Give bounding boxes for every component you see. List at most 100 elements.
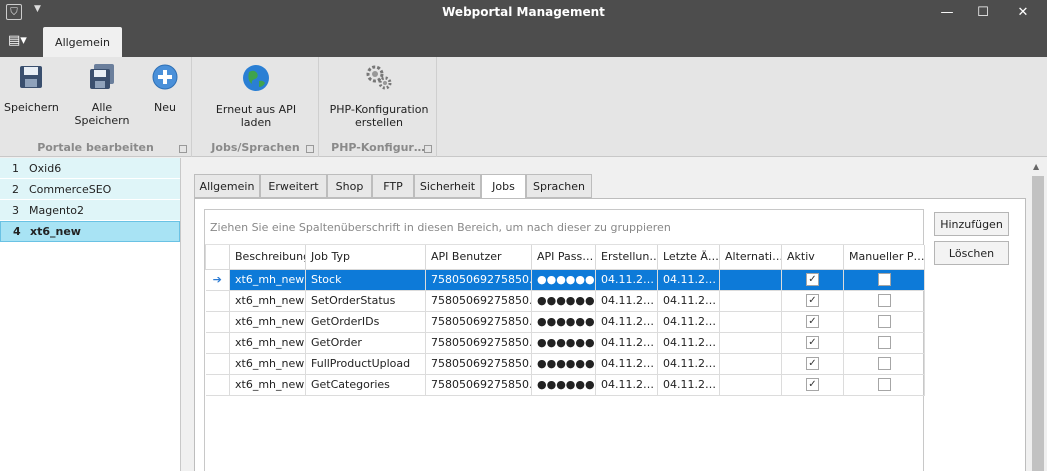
new-button[interactable]: Neu: [146, 63, 184, 114]
cell-alternativ[interactable]: [719, 373, 782, 396]
cell-job-typ[interactable]: GetOrder: [305, 331, 426, 354]
column-header-letzte-aenderung[interactable]: Letzte Ä…: [657, 245, 720, 270]
cell-erstellung[interactable]: 04.11.2…: [595, 268, 658, 291]
table-row[interactable]: xt6_mh_new GetOrder 75805069275850… ●●●●…: [205, 331, 925, 354]
aktiv-checkbox[interactable]: ✓: [806, 336, 819, 350]
cell-beschreibung[interactable]: xt6_mh_new: [229, 373, 306, 396]
cell-api-benutzer[interactable]: 75805069275850…: [425, 268, 532, 291]
manueller-checkbox[interactable]: [877, 273, 891, 287]
column-header-alternativ[interactable]: Alternati…: [719, 245, 782, 270]
tab-allgemein[interactable]: Allgemein: [194, 174, 260, 198]
cell-job-typ[interactable]: SetOrderStatus: [305, 289, 426, 312]
cell-api-benutzer[interactable]: 75805069275850…: [425, 331, 532, 354]
cell-api-benutzer[interactable]: 75805069275850…: [425, 373, 532, 396]
portal-item-oxid6[interactable]: 1 Oxid6: [0, 158, 180, 179]
cell-letzte-aenderung[interactable]: 04.11.2…: [657, 331, 720, 354]
cell-alternativ[interactable]: [719, 268, 782, 291]
save-button[interactable]: Speichern: [4, 63, 59, 114]
tab-erweitert[interactable]: Erweitert: [260, 174, 327, 198]
cell-beschreibung[interactable]: xt6_mh_new: [229, 331, 306, 354]
column-header-manueller[interactable]: Manueller P…: [843, 245, 925, 270]
cell-beschreibung[interactable]: xt6_mh_new: [229, 310, 306, 333]
scrollbar-thumb[interactable]: [1032, 176, 1044, 471]
table-row[interactable]: xt6_mh_new GetCategories 75805069275850……: [205, 373, 925, 396]
cell-job-typ[interactable]: GetOrderIDs: [305, 310, 426, 333]
cell-job-typ[interactable]: Stock: [305, 268, 426, 291]
table-row[interactable]: xt6_mh_new GetOrderIDs 75805069275850… ●…: [205, 310, 925, 333]
group-expand-icon[interactable]: [306, 145, 314, 153]
column-header-erstellung[interactable]: Erstellun…: [595, 245, 658, 270]
column-header-api-passwort[interactable]: API Pass…: [531, 245, 596, 270]
cell-api-benutzer[interactable]: 75805069275850…: [425, 352, 532, 375]
cell-api-passwort[interactable]: ●●●●●●…: [531, 289, 596, 312]
minimize-button[interactable]: —: [929, 0, 965, 25]
cell-letzte-aenderung[interactable]: 04.11.2…: [657, 373, 720, 396]
application-menu-icon[interactable]: ▤▾: [8, 33, 27, 48]
cell-api-benutzer[interactable]: 75805069275850…: [425, 289, 532, 312]
cell-letzte-aenderung[interactable]: 04.11.2…: [657, 310, 720, 333]
column-header-aktiv[interactable]: Aktiv: [781, 245, 844, 270]
cell-erstellung[interactable]: 04.11.2…: [595, 331, 658, 354]
aktiv-checkbox[interactable]: ✓: [806, 273, 819, 287]
cell-beschreibung[interactable]: xt6_mh_new: [229, 352, 306, 375]
portal-item-xt6-new[interactable]: 4 xt6_new: [0, 221, 180, 242]
cell-api-passwort[interactable]: ●●●●●●…: [531, 331, 596, 354]
table-row[interactable]: xt6_mh_new FullProductUpload 75805069275…: [205, 352, 925, 375]
delete-button[interactable]: Löschen: [934, 241, 1009, 265]
cell-api-passwort[interactable]: ●●●●●●…: [531, 310, 596, 333]
cell-manueller: [843, 331, 925, 354]
cell-erstellung[interactable]: 04.11.2…: [595, 352, 658, 375]
reload-from-api-button[interactable]: Erneut aus API laden: [213, 63, 299, 129]
cell-letzte-aenderung[interactable]: 04.11.2…: [657, 352, 720, 375]
scroll-up-arrow-icon[interactable]: ▲: [1033, 162, 1039, 171]
ribbon-tab-allgemein[interactable]: Allgemein: [43, 27, 122, 57]
cell-api-passwort[interactable]: ●●●●●●…: [531, 373, 596, 396]
cell-alternativ[interactable]: [719, 352, 782, 375]
tab-shop[interactable]: Shop: [327, 174, 372, 198]
cell-beschreibung[interactable]: xt6_mh_new: [229, 268, 306, 291]
cell-erstellung[interactable]: 04.11.2…: [595, 310, 658, 333]
cell-erstellung[interactable]: 04.11.2…: [595, 373, 658, 396]
aktiv-checkbox[interactable]: ✓: [806, 357, 819, 371]
tab-jobs[interactable]: Jobs: [481, 174, 526, 199]
cell-beschreibung[interactable]: xt6_mh_new: [229, 289, 306, 312]
column-header-api-benutzer[interactable]: API Benutzer: [425, 245, 532, 270]
cell-erstellung[interactable]: 04.11.2…: [595, 289, 658, 312]
create-php-config-button[interactable]: PHP-Konfiguration erstellen: [328, 63, 430, 129]
cell-api-benutzer[interactable]: 75805069275850…: [425, 310, 532, 333]
aktiv-checkbox[interactable]: ✓: [806, 378, 819, 392]
column-header-beschreibung[interactable]: Beschreibung: [229, 245, 306, 270]
maximize-button[interactable]: ☐: [965, 0, 1001, 25]
cell-alternativ[interactable]: [719, 331, 782, 354]
group-expand-icon[interactable]: [424, 145, 432, 153]
cell-api-passwort[interactable]: ●●●●●●…: [531, 352, 596, 375]
aktiv-checkbox[interactable]: ✓: [806, 315, 819, 329]
manueller-checkbox[interactable]: [877, 357, 891, 371]
manueller-checkbox[interactable]: [877, 294, 891, 308]
column-header-job-typ[interactable]: Job Typ: [305, 245, 426, 270]
manueller-checkbox[interactable]: [877, 378, 891, 392]
cell-letzte-aenderung[interactable]: 04.11.2…: [657, 268, 720, 291]
group-expand-icon[interactable]: [179, 145, 187, 153]
vertical-scrollbar[interactable]: ▲: [1029, 158, 1047, 471]
tab-sicherheit[interactable]: Sicherheit: [414, 174, 481, 198]
group-by-area[interactable]: Ziehen Sie eine Spaltenüberschrift in di…: [205, 210, 923, 245]
table-row[interactable]: xt6_mh_new SetOrderStatus 75805069275850…: [205, 289, 925, 312]
cell-api-passwort[interactable]: ●●●●●●…: [531, 268, 596, 291]
close-button[interactable]: ✕: [1005, 0, 1041, 25]
portal-item-commerceseo[interactable]: 2 CommerceSEO: [0, 179, 180, 200]
table-row[interactable]: ➔ xt6_mh_new Stock 75805069275850… ●●●●●…: [205, 268, 925, 291]
add-button[interactable]: Hinzufügen: [934, 212, 1009, 236]
aktiv-checkbox[interactable]: ✓: [806, 294, 819, 308]
cell-job-typ[interactable]: GetCategories: [305, 373, 426, 396]
cell-job-typ[interactable]: FullProductUpload: [305, 352, 426, 375]
tab-sprachen[interactable]: Sprachen: [526, 174, 592, 198]
cell-alternativ[interactable]: [719, 289, 782, 312]
portal-item-magento2[interactable]: 3 Magento2: [0, 200, 180, 221]
save-all-button[interactable]: Alle Speichern: [64, 63, 140, 127]
manueller-checkbox[interactable]: [877, 315, 891, 329]
cell-alternativ[interactable]: [719, 310, 782, 333]
cell-letzte-aenderung[interactable]: 04.11.2…: [657, 289, 720, 312]
tab-ftp[interactable]: FTP: [372, 174, 414, 198]
manueller-checkbox[interactable]: [877, 336, 891, 350]
